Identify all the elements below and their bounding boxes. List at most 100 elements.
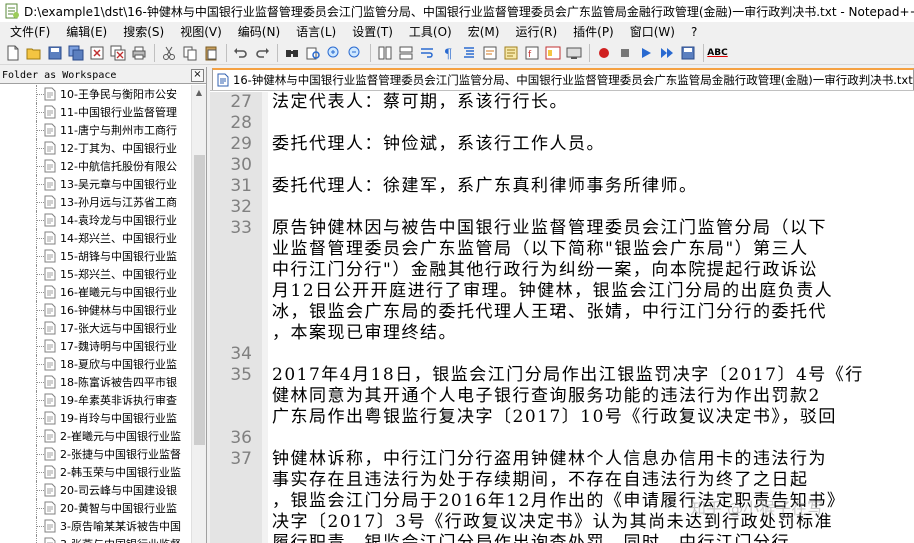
tree-item[interactable]: 3-原告喻某某诉被告中国 [0,517,191,535]
file-tree: 10-王争民与衡阳市公安 11-中国银行业监督管理 11-唐宁与荆州市工商行 12-丁… [0,85,191,543]
editor-line[interactable]: 32 [210,197,914,218]
menu-item-8[interactable]: 宏(M) [460,23,508,40]
editor-line[interactable]: 事实存在且违法行为处于存续期间，不存在自违法行为终了之日起 [210,470,914,491]
panel-scrollbar[interactable]: ▲ [191,85,206,543]
menu-item-10[interactable]: 插件(P) [565,23,622,40]
tree-item[interactable]: 2-崔曦元与中国银行业监 [0,427,191,445]
tree-item[interactable]: 2-张捷与中国银行业监督 [0,445,191,463]
scroll-up-arrow-icon[interactable]: ▲ [192,85,206,100]
redo-icon[interactable] [252,43,271,62]
editor-line[interactable]: 健林同意为其开通个人电子银行查询服务功能的违法行为作出罚款2 [210,386,914,407]
monitor-icon[interactable] [564,43,583,62]
run-macro-multiple-icon[interactable] [657,43,676,62]
tree-item[interactable]: 13-孙月远与江苏省工商 [0,193,191,211]
tree-item[interactable]: 12-中航信托股份有限公 [0,157,191,175]
copy-icon[interactable] [180,43,199,62]
cut-icon[interactable] [159,43,178,62]
tree-item[interactable]: 2-韩玉荣与中国银行业监 [0,463,191,481]
editor-line[interactable]: 29 委托代理人：钟俭斌，系该行工作人员。 [210,134,914,155]
tree-item[interactable]: 20-司云峰与中国建设银 [0,481,191,499]
tree-item[interactable]: 17-张大远与中国银行业 [0,319,191,337]
tree-item[interactable]: 13-吴元章与中国银行业 [0,175,191,193]
word-wrap-icon[interactable] [417,43,436,62]
editor-line[interactable]: 27 法定代表人：蔡可期，系该行行长。 [210,92,914,113]
replace-icon[interactable] [303,43,322,62]
tree-item[interactable]: 14-袁玲龙与中国银行业 [0,211,191,229]
tree-item[interactable]: 18-夏欣与中国银行业监 [0,355,191,373]
record-macro-icon[interactable] [594,43,613,62]
tree-item[interactable]: 11-中国银行业监督管理 [0,103,191,121]
text-content[interactable]: 27 法定代表人：蔡可期，系该行行长。 28 29 委托代理人：钟俭斌，系该行工作人员。… [210,92,914,543]
text-file-icon [44,501,56,515]
menu-item-11[interactable]: 窗口(W) [622,23,683,40]
editor-line[interactable]: ，本案现已审理终结。 [210,323,914,344]
tree-item[interactable]: 15-郑兴兰、中国银行业 [0,265,191,283]
menu-item-6[interactable]: 设置(T) [344,23,401,40]
editor-line[interactable]: 业监督管理委员会广东监管局（以下简称"银监会广东局"）第三人 [210,239,914,260]
save-all-icon[interactable] [66,43,85,62]
panel-close-button[interactable]: × [191,68,204,82]
zoom-in-icon[interactable] [324,43,343,62]
tree-item[interactable]: 20-黄智与中国银行业监 [0,499,191,517]
sync-vertical-icon[interactable] [375,43,394,62]
editor-line[interactable]: 冰，银监会广东局的委托代理人王珺、张婧，中行江门分行的委托代 [210,302,914,323]
print-icon[interactable] [129,43,148,62]
show-all-chars-icon[interactable]: ¶ [438,43,457,62]
menu-item-7[interactable]: 工具(O) [401,23,460,40]
editor-line[interactable]: 广东局作出粤银监行复决字〔2017〕10号《行政复议决定书》，驳回 [210,407,914,428]
editor-line[interactable]: 34 [210,344,914,365]
editor-line[interactable]: 35 2017年4月18日，银监会江门分局作出江银监罚决字〔2017〕4号《行 [210,365,914,386]
zoom-out-icon[interactable] [345,43,364,62]
undo-icon[interactable] [231,43,250,62]
close-icon[interactable] [87,43,106,62]
editor-line[interactable]: 30 [210,155,914,176]
tree-item[interactable]: 11-唐宁与荆州市工商行 [0,121,191,139]
editor-line[interactable]: 履行职责。银监会江门分局作出询查处罚，同时，中行江门分行 [210,533,914,543]
open-file-icon[interactable] [24,43,43,62]
menu-item-4[interactable]: 编码(N) [230,23,288,40]
indent-guide-icon[interactable] [459,43,478,62]
tree-item[interactable]: 15-胡锋与中国银行业监 [0,247,191,265]
editor-line[interactable]: 28 [210,113,914,134]
menu-item-5[interactable]: 语言(L) [288,23,344,40]
save-icon[interactable] [45,43,64,62]
tree-item[interactable]: 14-郑兴兰、中国银行业 [0,229,191,247]
function-list-icon[interactable]: f [522,43,541,62]
user-lang-icon[interactable] [480,43,499,62]
tree-item[interactable]: 17-魏诗明与中国银行业 [0,337,191,355]
editor-line[interactable]: 中行江门分行"）金融其他行政行为纠纷一案，向本院提起行政诉讼 [210,260,914,281]
editor-line[interactable]: 31 委托代理人：徐建军，系广东真利律师事务所律师。 [210,176,914,197]
menu-item-2[interactable]: 搜索(S) [115,23,172,40]
play-macro-icon[interactable] [636,43,655,62]
editor-line[interactable]: 月12日公开开庭进行了审理。钟健林，银监会江门分局的出庭负责人 [210,281,914,302]
find-icon[interactable] [282,43,301,62]
tree-item[interactable]: 10-王争民与衡阳市公安 [0,85,191,103]
tree-item[interactable]: 16-钟健林与中国银行业 [0,301,191,319]
menu-item-0[interactable]: 文件(F) [2,23,58,40]
save-macro-icon[interactable] [678,43,697,62]
tree-item[interactable]: 18-陈富诉被告四平市银 [0,373,191,391]
tree-item[interactable]: 19-牟素英非诉执行审查 [0,391,191,409]
spell-check-icon[interactable]: ABC [707,43,727,62]
menu-item-9[interactable]: 运行(R) [507,23,565,40]
editor-line[interactable]: 36 [210,428,914,449]
menu-item-1[interactable]: 编辑(E) [58,23,115,40]
menu-item-3[interactable]: 视图(V) [172,23,230,40]
folder-workspace-icon[interactable] [543,43,562,62]
sync-horizontal-icon[interactable] [396,43,415,62]
tree-item-label: 20-黄智与中国银行业监 [60,502,177,515]
tree-item[interactable]: 3-张燕与中国银行业监督 [0,535,191,543]
doc-map-icon[interactable] [501,43,520,62]
file-tab[interactable]: 16-钟健林与中国银行业监督管理委员会江门监管分局、中国银行业监督管理委员会广东… [212,68,914,90]
tree-item[interactable]: 12-丁其为、中国银行业 [0,139,191,157]
editor-line[interactable]: 37 钟健林诉称，中行江门分行盗用钟健林个人信息办信用卡的违法行为 [210,449,914,470]
close-all-icon[interactable] [108,43,127,62]
new-file-icon[interactable] [3,43,22,62]
scrollbar-thumb[interactable] [194,155,205,445]
tree-item[interactable]: 16-崔曦元与中国银行业 [0,283,191,301]
paste-icon[interactable] [201,43,220,62]
editor-line[interactable]: 33 原告钟健林因与被告中国银行业监督管理委员会江门监管分局（以下 [210,218,914,239]
tree-item[interactable]: 19-肖玲与中国银行业监 [0,409,191,427]
menu-item-12[interactable]: ? [683,25,705,39]
stop-record-icon[interactable] [615,43,634,62]
